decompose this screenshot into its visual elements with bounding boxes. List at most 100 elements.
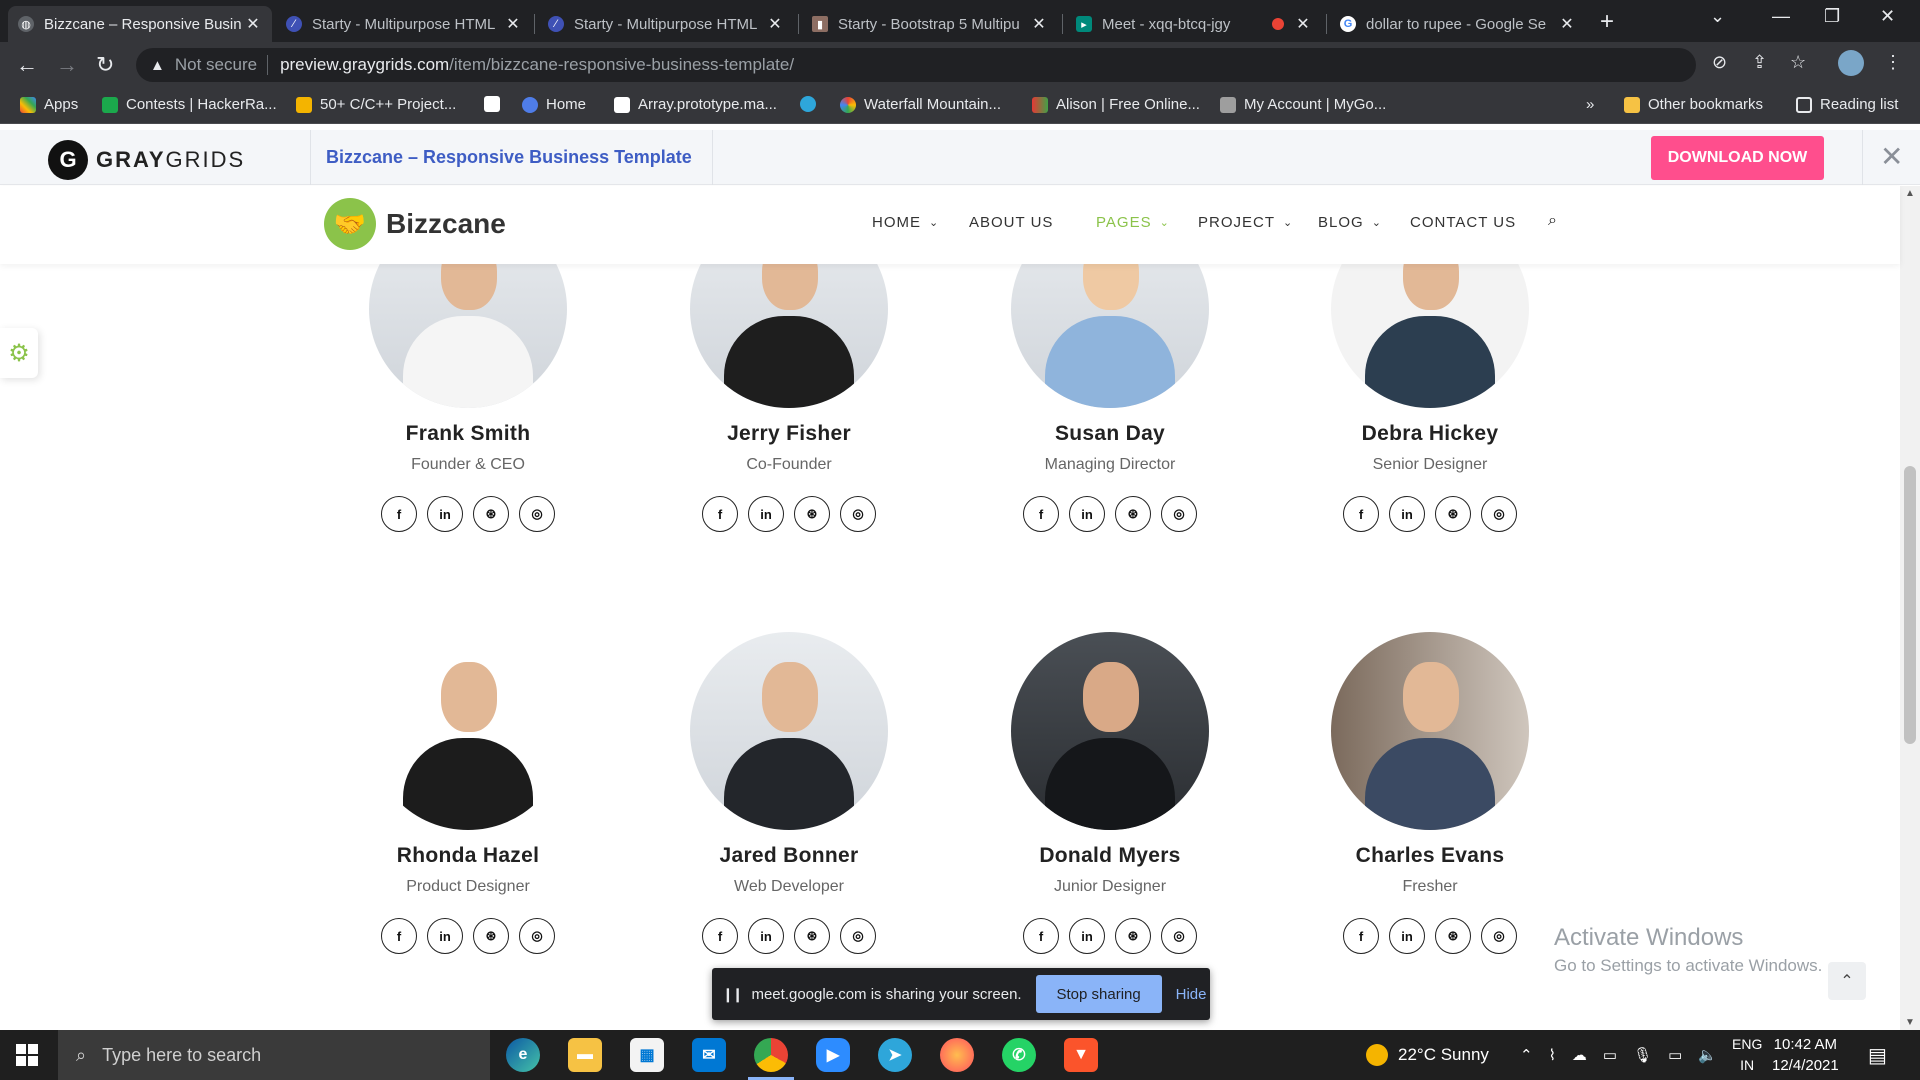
facebook-icon[interactable]: f <box>1343 496 1379 532</box>
reading-list[interactable]: Reading list <box>1796 96 1898 113</box>
facebook-icon[interactable]: f <box>1023 918 1059 954</box>
volume-icon[interactable]: 🔈 <box>1698 1046 1717 1064</box>
close-tab-icon[interactable]: ✕ <box>1030 14 1048 34</box>
bookmark-other[interactable]: Other bookmarks <box>1624 96 1763 113</box>
share-icon[interactable]: ⇪ <box>1752 52 1767 73</box>
dribbble-icon[interactable]: ⊛ <box>473 496 509 532</box>
star-icon[interactable]: ☆ <box>1790 52 1806 73</box>
site-brand[interactable]: 🤝 Bizzcane <box>324 198 506 250</box>
dribbble-icon[interactable]: ⊛ <box>794 918 830 954</box>
bookmark-alison[interactable]: Alison | Free Online... <box>1032 96 1200 113</box>
battery-icon[interactable]: ▭ <box>1668 1046 1682 1064</box>
linkedin-icon[interactable]: in <box>1389 918 1425 954</box>
nav-blog[interactable]: BLOG ⌄ <box>1318 214 1382 231</box>
instagram-icon[interactable]: ◎ <box>519 918 555 954</box>
nav-about-us[interactable]: ABOUT US <box>969 214 1053 231</box>
chevron-up-icon[interactable]: ⌃ <box>1520 1046 1533 1064</box>
reload-icon[interactable]: ↻ <box>96 52 114 78</box>
eye-off-icon[interactable]: ⊘ <box>1712 52 1727 73</box>
menu-icon[interactable]: ⋮ <box>1884 52 1902 73</box>
mail-icon[interactable]: ✉ <box>692 1038 726 1072</box>
linkedin-icon[interactable]: in <box>1069 496 1105 532</box>
facebook-icon[interactable]: f <box>381 496 417 532</box>
download-now-button[interactable]: DOWNLOAD NOW <box>1651 136 1824 180</box>
telegram-icon[interactable]: ➤ <box>878 1038 912 1072</box>
nav-home[interactable]: HOME ⌄ <box>872 214 939 231</box>
file-explorer-icon[interactable]: ▬ <box>568 1038 602 1072</box>
instagram-icon[interactable]: ◎ <box>1481 918 1517 954</box>
dribbble-icon[interactable]: ⊛ <box>473 918 509 954</box>
nav-pages[interactable]: PAGES ⌄ <box>1096 214 1170 231</box>
close-tab-icon[interactable]: ✕ <box>504 14 522 34</box>
omnibox[interactable]: ▲ Not secure preview.graygrids.com /item… <box>136 48 1696 82</box>
scrollbar-thumb[interactable] <box>1904 466 1916 744</box>
tab-starty-1[interactable]: ⁄ Starty - Multipurpose HTML ✕ <box>276 6 532 42</box>
tab-starty-bootstrap[interactable]: ▮ Starty - Bootstrap 5 Multipu ✕ <box>802 6 1058 42</box>
new-tab-icon[interactable]: + <box>1600 8 1614 36</box>
weather-widget[interactable]: 22°C Sunny <box>1366 1030 1489 1080</box>
facebook-icon[interactable]: f <box>1023 496 1059 532</box>
search-icon[interactable]: ⌕ <box>1548 212 1557 230</box>
hide-button[interactable]: Hide <box>1176 986 1207 1003</box>
notifications-icon[interactable]: ▤ <box>1868 1030 1887 1080</box>
bookmarks-overflow[interactable]: » <box>1586 96 1594 113</box>
instagram-icon[interactable]: ◎ <box>840 918 876 954</box>
cloud-icon[interactable]: ☁ <box>1572 1046 1587 1064</box>
minimize-icon[interactable]: — <box>1772 6 1790 27</box>
instagram-icon[interactable]: ◎ <box>1161 918 1197 954</box>
bookmark-hackerrank[interactable]: Contests | HackerRa... <box>102 96 277 113</box>
taskbar-search-box[interactable]: ⌕ Type here to search <box>58 1030 490 1080</box>
tab-google-search[interactable]: G dollar to rupee - Google Se ✕ <box>1330 6 1586 42</box>
drag-handle-icon[interactable]: ❙❙ <box>722 986 744 1003</box>
instagram-icon[interactable]: ◎ <box>1481 496 1517 532</box>
graygrids-logo[interactable]: G GRAYGRIDS <box>48 140 245 180</box>
dribbble-icon[interactable]: ⊛ <box>1435 496 1471 532</box>
bookmark-cpp-projects[interactable]: 50+ C/C++ Project... <box>296 96 456 113</box>
tab-meet[interactable]: ▸ Meet - xqq-btcq-jgy ✕ <box>1066 6 1322 42</box>
profile-avatar[interactable] <box>1838 50 1864 76</box>
back-to-top-button[interactable]: ⌃ <box>1828 962 1866 1000</box>
linkedin-icon[interactable]: in <box>427 496 463 532</box>
settings-gear-icon[interactable]: ⚙ <box>0 328 38 378</box>
linkedin-icon[interactable]: in <box>748 496 784 532</box>
nav-contact-us[interactable]: CONTACT US <box>1410 214 1516 231</box>
close-preview-icon[interactable]: ✕ <box>1880 140 1903 173</box>
forward-icon[interactable]: → <box>56 52 78 78</box>
bookmark-bird[interactable] <box>484 96 508 112</box>
firefox-icon[interactable] <box>940 1038 974 1072</box>
brave-icon[interactable]: ▼ <box>1064 1038 1098 1072</box>
chrome-icon[interactable] <box>748 1038 794 1080</box>
facebook-icon[interactable]: f <box>702 918 738 954</box>
linkedin-icon[interactable]: in <box>748 918 784 954</box>
close-window-icon[interactable]: ✕ <box>1880 6 1895 27</box>
microsoft-store-icon[interactable]: ▦ <box>630 1038 664 1072</box>
linkedin-icon[interactable]: in <box>427 918 463 954</box>
facebook-icon[interactable]: f <box>1343 918 1379 954</box>
dribbble-icon[interactable]: ⊛ <box>1435 918 1471 954</box>
nav-project[interactable]: PROJECT ⌄ <box>1198 214 1293 231</box>
linkedin-icon[interactable]: in <box>1389 496 1425 532</box>
taskbar-clock[interactable]: 10:42 AM 12/4/2021 <box>1772 1034 1839 1076</box>
bookmark-home[interactable]: Home <box>522 96 586 113</box>
close-tab-icon[interactable]: ✕ <box>1558 14 1576 34</box>
close-tab-icon[interactable]: ✕ <box>766 14 784 34</box>
network-icon[interactable]: ⌇ <box>1549 1046 1556 1064</box>
scroll-up-arrow-icon[interactable]: ▲ <box>1905 188 1915 199</box>
language-indicator[interactable]: ENG IN <box>1732 1034 1762 1076</box>
bookmark-mygov[interactable]: My Account | MyGo... <box>1220 96 1386 113</box>
close-tab-icon[interactable]: ✕ <box>244 14 262 34</box>
dribbble-icon[interactable]: ⊛ <box>1115 496 1151 532</box>
tab-starty-2[interactable]: ⁄ Starty - Multipurpose HTML ✕ <box>538 6 794 42</box>
back-icon[interactable]: ← <box>16 52 38 78</box>
stop-sharing-button[interactable]: Stop sharing <box>1035 975 1162 1013</box>
microphone-icon[interactable]: 🎙 <box>1633 1046 1652 1064</box>
bookmark-telegram[interactable] <box>800 96 824 112</box>
instagram-icon[interactable]: ◎ <box>840 496 876 532</box>
page-scrollbar[interactable]: ▲ ▼ <box>1900 186 1920 1030</box>
zoom-icon[interactable]: ▶ <box>816 1038 850 1072</box>
windows-start-icon[interactable] <box>16 1044 38 1066</box>
restore-icon[interactable]: ❐ <box>1824 6 1840 27</box>
whatsapp-icon[interactable]: ✆ <box>1002 1038 1036 1072</box>
dribbble-icon[interactable]: ⊛ <box>794 496 830 532</box>
bookmark-waterfall[interactable]: Waterfall Mountain... <box>840 96 1001 113</box>
